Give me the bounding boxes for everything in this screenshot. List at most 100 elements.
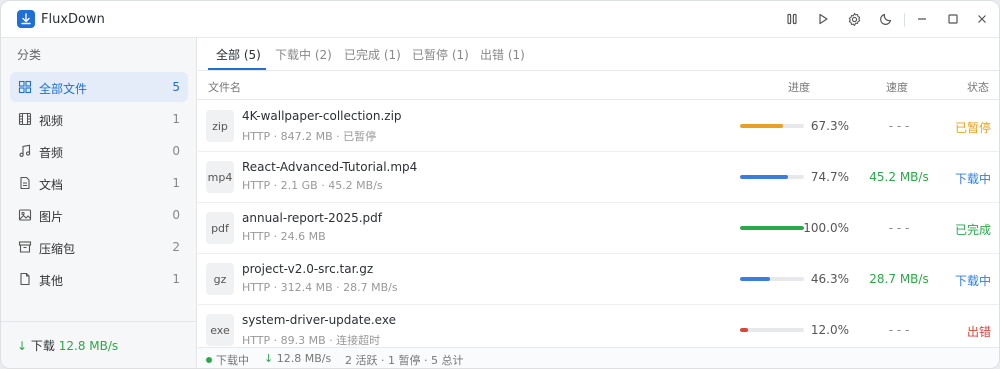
maximize-icon[interactable]: [944, 10, 962, 28]
active-tab-indicator: [208, 68, 266, 70]
sidebar-item-audio[interactable]: 音频 0: [10, 136, 188, 166]
status-text: 下载中: [954, 274, 991, 288]
status-text: 出错: [966, 325, 991, 339]
footer-speed: ↓ 12.8 MB/s: [264, 352, 332, 365]
filter-tabs: 全部 (5) 下载中 (2) 已完成 (1) 已暂停 (1) 出错 (1): [198, 38, 999, 71]
title-bar: FluxDown: [1, 1, 999, 38]
progress-bar-fill: [740, 226, 804, 230]
progress-bar: [740, 175, 804, 179]
progress-bar: [740, 277, 804, 281]
minimize-icon[interactable]: [913, 10, 931, 28]
status-text: 已暂停: [954, 121, 991, 135]
document-icon: [18, 176, 32, 190]
file-name: React-Advanced-Tutorial.mp4: [242, 160, 418, 174]
close-icon[interactable]: [973, 10, 991, 28]
table-row[interactable]: pdf annual-report-2025.pdf HTTP · 24.6 MB 1…: [198, 203, 999, 254]
file-meta: HTTP · 2.1 GB · 45.2 MB/s: [242, 179, 383, 192]
image-icon: [18, 208, 32, 222]
column-header-progress[interactable]: 进度: [788, 79, 810, 95]
table-row[interactable]: mp4 React-Advanced-Tutorial.mp4 HTTP · 2.1…: [198, 152, 999, 203]
file-meta: HTTP · 847.2 MB · 已暂停: [242, 130, 377, 143]
progress-bar: [740, 124, 804, 128]
progress-bar: [740, 226, 804, 230]
table-row[interactable]: gz project-v2.0-src.tar.gz HTTP · 312.4 MB…: [198, 254, 999, 305]
sidebar-item-count: 0: [172, 144, 180, 158]
progress-percent: 12.0%: [810, 323, 849, 337]
footer-summary: 2 活跃 · 1 暂停 · 5 总计: [345, 354, 464, 367]
app-title: FluxDown: [41, 12, 105, 27]
sidebar-item-images[interactable]: 图片 0: [10, 200, 188, 230]
file-type-icon: zip: [206, 110, 234, 142]
file-name: project-v2.0-src.tar.gz: [242, 262, 374, 276]
grid-icon: [18, 80, 32, 94]
column-header-speed[interactable]: 速度: [886, 79, 908, 95]
file-meta: HTTP · 24.6 MB: [242, 230, 326, 243]
film-icon: [18, 112, 32, 126]
sidebar-item-count: 5: [172, 80, 180, 94]
sidebar-item-label: 其他: [39, 274, 64, 288]
sidebar-item-label: 图片: [39, 210, 64, 224]
status-dot-icon: [206, 357, 212, 363]
table-header: 文件名 进度 速度 状态: [198, 72, 999, 100]
progress-percent: 46.3%: [810, 272, 849, 286]
progress-bar-fill: [740, 175, 788, 179]
music-icon: [18, 144, 32, 158]
tab-downloading[interactable]: 下载中 (2): [275, 46, 332, 63]
file-meta: HTTP · 89.3 MB · 连接超时: [242, 334, 381, 347]
status-text: 下载中: [954, 172, 991, 186]
sidebar-item-label: 视频: [39, 114, 64, 128]
sidebar-heading: 分类: [17, 48, 42, 62]
sidebar-item-count: 1: [172, 176, 180, 190]
sidebar-item-other[interactable]: 其他 1: [10, 264, 188, 294]
sidebar-item-archives[interactable]: 压缩包 2: [10, 232, 188, 262]
table-row[interactable]: zip 4K-wallpaper-collection.zip HTTP · 847…: [198, 101, 999, 152]
progress-bar: [740, 328, 804, 332]
progress-percent: 74.7%: [810, 170, 849, 184]
file-name: annual-report-2025.pdf: [242, 211, 382, 225]
download-speed: - - -: [888, 323, 910, 337]
download-speed-label: 下载: [30, 339, 55, 353]
sidebar-item-count: 0: [172, 208, 180, 222]
theme-moon-icon[interactable]: [877, 10, 895, 28]
sidebar-divider: [1, 321, 197, 322]
download-speed: 28.7 MB/s: [869, 272, 929, 286]
sidebar-item-label: 音频: [39, 146, 64, 160]
sidebar-item-all[interactable]: 全部文件 5: [10, 72, 188, 102]
file-type-icon: exe: [206, 314, 234, 346]
download-speed: - - -: [888, 119, 910, 133]
tab-paused[interactable]: 已暂停 (1): [412, 46, 469, 63]
download-arrow-icon: ↓: [264, 352, 274, 365]
tab-completed[interactable]: 已完成 (1): [344, 46, 401, 63]
column-header-name[interactable]: 文件名: [208, 79, 241, 95]
download-arrow-icon: ↓: [17, 339, 28, 353]
status-bar: 下载中 ↓ 12.8 MB/s 2 活跃 · 1 暂停 · 5 总计: [198, 347, 999, 368]
download-speed: - - -: [888, 221, 910, 235]
app-logo-icon: [17, 10, 35, 28]
file-icon: [18, 272, 32, 286]
file-name: system-driver-update.exe: [242, 313, 396, 327]
sidebar-item-documents[interactable]: 文档 1: [10, 168, 188, 198]
start-all-icon[interactable]: [814, 10, 832, 28]
file-meta: HTTP · 312.4 MB · 28.7 MB/s: [242, 281, 398, 294]
pause-all-icon[interactable]: [783, 10, 801, 28]
titlebar-divider: [904, 13, 905, 27]
sidebar-item-video[interactable]: 视频 1: [10, 104, 188, 134]
download-speed: 45.2 MB/s: [869, 170, 929, 184]
settings-gear-icon[interactable]: [845, 10, 863, 28]
sidebar: 分类 全部文件 5 视频 1 音频 0 文档 1 图片 0 压缩包 2 其他 1…: [1, 38, 197, 368]
sidebar-download-speed: ↓ 下载 12.8 MB/s: [17, 337, 118, 354]
file-name: 4K-wallpaper-collection.zip: [242, 109, 402, 123]
column-header-status[interactable]: 状态: [967, 79, 989, 95]
progress-bar-fill: [740, 124, 784, 128]
file-type-icon: mp4: [206, 161, 234, 193]
sidebar-item-label: 全部文件: [39, 82, 88, 96]
progress-percent: 67.3%: [810, 119, 849, 133]
sidebar-item-count: 2: [172, 240, 180, 254]
app-window: FluxDown 分类 全部文件 5 视频 1 音频 0 文档 1 图片 0 压…: [0, 0, 1000, 369]
sidebar-item-count: 1: [172, 272, 180, 286]
download-speed-value: 12.8 MB/s: [58, 339, 119, 353]
tab-all[interactable]: 全部 (5): [216, 46, 261, 63]
tab-error[interactable]: 出错 (1): [480, 46, 525, 63]
sidebar-item-label: 文档: [39, 178, 64, 192]
footer-state: 下载中: [206, 352, 249, 368]
